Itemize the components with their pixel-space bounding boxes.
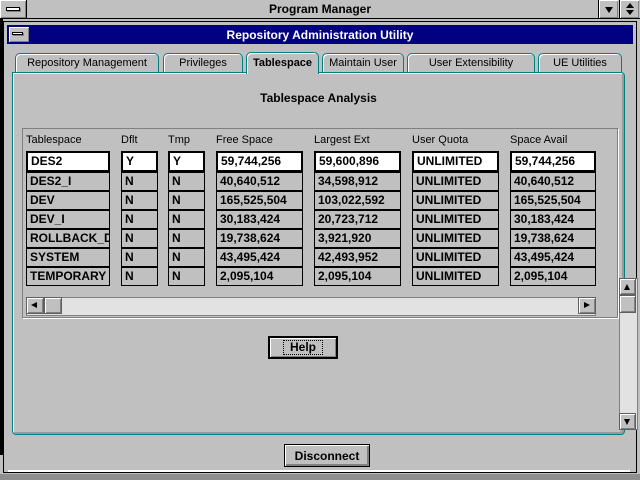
dialog-bottom-highlight [8, 470, 630, 472]
grid-cell-free-space-row3[interactable]: 30,183,424 [216, 210, 303, 229]
grid-cell-tmp-row1[interactable]: N [168, 172, 205, 191]
grid-cell-tablespace-row5[interactable]: SYSTEM [26, 248, 110, 267]
grid-cell-dflt-row0[interactable]: Y [121, 151, 158, 172]
grid-cell-dflt-row1[interactable]: N [121, 172, 158, 191]
grid-cell-user-quota-row0[interactable]: UNLIMITED [412, 151, 499, 172]
scroll-down-button[interactable] [619, 413, 636, 430]
tab-user-extensibility[interactable]: User Extensibility [407, 53, 535, 72]
grid-cell-tablespace-row2[interactable]: DEV [26, 191, 110, 210]
column-header-space-avail: Space Avail [510, 134, 596, 147]
grid-cell-largest-ext-row5[interactable]: 42,493,952 [314, 248, 401, 267]
grid-cell-tmp-row5[interactable]: N [168, 248, 205, 267]
grid-cell-space-avail-row4[interactable]: 19,738,624 [510, 229, 596, 248]
disconnect-button-label: Disconnect [295, 449, 360, 463]
grid-cell-largest-ext-row3[interactable]: 20,723,712 [314, 210, 401, 229]
grid-cell-tablespace-row3[interactable]: DEV_I [26, 210, 110, 229]
tablespace-grid: Tablespace Dflt Tmp Free Space Largest Ext Us… [22, 128, 618, 318]
grid-cell-free-space-row6[interactable]: 2,095,104 [216, 267, 303, 286]
help-button[interactable]: Help [268, 336, 338, 359]
grid-cell-tablespace-row1[interactable]: DES2_I [26, 172, 110, 191]
minimize-button[interactable] [598, 0, 618, 18]
horizontal-scrollbar[interactable] [26, 297, 596, 316]
minimize-icon [605, 7, 613, 13]
horizontal-scroll-thumb[interactable] [44, 297, 62, 314]
grid-cell-dflt-row4[interactable]: N [121, 229, 158, 248]
grid-cell-user-quota-row4[interactable]: UNLIMITED [412, 229, 499, 248]
grid-cell-tmp-row4[interactable]: N [168, 229, 205, 248]
vertical-scroll-thumb[interactable] [619, 295, 636, 313]
tab-ue-utilities[interactable]: UE Utilities [538, 53, 622, 72]
grid-cell-tmp-row2[interactable]: N [168, 191, 205, 210]
left-arrow-icon [31, 302, 37, 308]
tab-privileges[interactable]: Privileges [163, 53, 243, 72]
grid-cell-space-avail-row3[interactable]: 30,183,424 [510, 210, 596, 229]
disconnect-button[interactable]: Disconnect [284, 444, 370, 467]
grid-cell-tmp-row3[interactable]: N [168, 210, 205, 229]
grid-cell-tablespace-row4[interactable]: ROLLBACK_D [26, 229, 110, 248]
grid-cell-tablespace-row6[interactable]: TEMPORARY [26, 267, 110, 286]
grid-cell-largest-ext-row1[interactable]: 34,598,912 [314, 172, 401, 191]
grid-cell-free-space-row5[interactable]: 43,495,424 [216, 248, 303, 267]
program-manager-title: Program Manager [0, 2, 640, 16]
grid-cell-free-space-row0[interactable]: 59,744,256 [216, 151, 303, 172]
column-header-largest-ext: Largest Ext [314, 134, 401, 147]
scroll-up-button[interactable] [619, 278, 636, 295]
window-bottom-shadow [0, 474, 640, 480]
grid-cell-tmp-row0[interactable]: Y [168, 151, 205, 172]
right-arrow-icon [584, 302, 590, 308]
dialog-title: Repository Administration Utility [7, 28, 633, 42]
grid-cell-dflt-row2[interactable]: N [121, 191, 158, 210]
grid-cell-largest-ext-row2[interactable]: 103,022,592 [314, 191, 401, 210]
grid-cell-free-space-row1[interactable]: 40,640,512 [216, 172, 303, 191]
grid-cell-dflt-row3[interactable]: N [121, 210, 158, 229]
scroll-left-button[interactable] [26, 297, 44, 314]
grid-cell-free-space-row2[interactable]: 165,525,504 [216, 191, 303, 210]
restore-up-icon [626, 3, 634, 8]
down-arrow-icon [624, 419, 630, 425]
vertical-scrollbar[interactable] [619, 278, 638, 430]
column-header-free-space: Free Space [216, 134, 303, 147]
grid-cell-dflt-row6[interactable]: N [121, 267, 158, 286]
grid-cell-user-quota-row6[interactable]: UNLIMITED [412, 267, 499, 286]
tab-maintain-user[interactable]: Maintain User [322, 53, 404, 72]
column-header-dflt: Dflt [121, 134, 158, 147]
grid-cell-space-avail-row2[interactable]: 165,525,504 [510, 191, 596, 210]
grid-cell-space-avail-row5[interactable]: 43,495,424 [510, 248, 596, 267]
grid-cell-user-quota-row3[interactable]: UNLIMITED [412, 210, 499, 229]
grid-cell-tablespace-row0[interactable]: DES2 [26, 151, 110, 172]
page-title: Tablespace Analysis [12, 91, 625, 105]
grid-cell-space-avail-row6[interactable]: 2,095,104 [510, 267, 596, 286]
grid-cell-space-avail-row0[interactable]: 59,744,256 [510, 151, 596, 172]
grid-cell-largest-ext-row6[interactable]: 2,095,104 [314, 267, 401, 286]
grid-cell-space-avail-row1[interactable]: 40,640,512 [510, 172, 596, 191]
grid-cell-tmp-row6[interactable]: N [168, 267, 205, 286]
grid-cell-dflt-row5[interactable]: N [121, 248, 158, 267]
grid-cell-largest-ext-row0[interactable]: 59,600,896 [314, 151, 401, 172]
tab-repository-management[interactable]: Repository Management [15, 53, 159, 72]
tab-tablespace[interactable]: Tablespace [246, 52, 319, 74]
grid-cell-free-space-row4[interactable]: 19,738,624 [216, 229, 303, 248]
grid-cell-largest-ext-row4[interactable]: 3,921,920 [314, 229, 401, 248]
column-header-user-quota: User Quota [412, 134, 499, 147]
grid-cell-user-quota-row2[interactable]: UNLIMITED [412, 191, 499, 210]
scroll-right-button[interactable] [578, 297, 596, 314]
grid-cell-user-quota-row1[interactable]: UNLIMITED [412, 172, 499, 191]
restore-down-icon [626, 10, 634, 15]
column-header-tablespace: Tablespace [26, 134, 110, 147]
up-arrow-icon [624, 284, 630, 290]
help-button-label: Help [283, 340, 323, 355]
grid-cell-user-quota-row5[interactable]: UNLIMITED [412, 248, 499, 267]
column-header-tmp: Tmp [168, 134, 205, 147]
restore-button[interactable] [619, 0, 639, 18]
